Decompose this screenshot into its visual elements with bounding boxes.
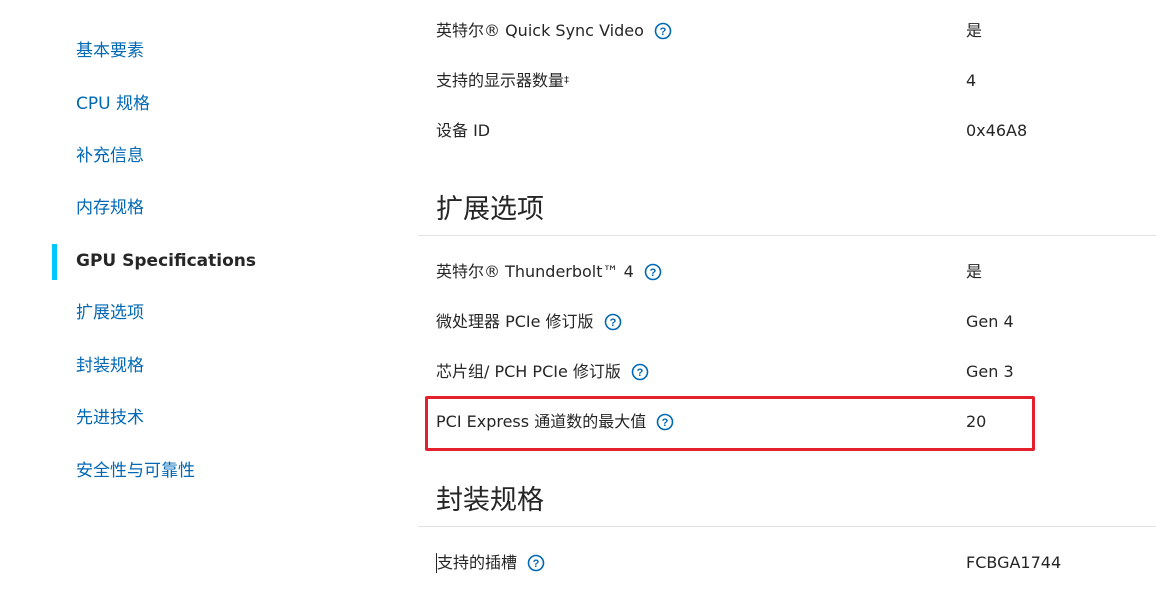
spec-label-text: 设备 ID — [436, 121, 491, 140]
spec-label: 支持的插槽 ? — [436, 548, 545, 578]
spec-label: 支持的显示器数量 ‡ — [436, 66, 569, 96]
svg-text:?: ? — [649, 267, 656, 279]
spec-row-cpu-pcie-revision: 微处理器 PCIe 修订版 ? Gen 4 — [436, 307, 1136, 337]
spec-value: 4 — [966, 71, 977, 90]
section-title-package: 封装规格 — [436, 485, 544, 516]
spec-label: 英特尔® Thunderbolt™ 4 ? — [436, 257, 662, 287]
spec-label-text: 支持的插槽 — [437, 553, 518, 572]
spec-label-text: 英特尔® Thunderbolt™ 4 — [436, 262, 634, 281]
svg-text:?: ? — [533, 558, 540, 570]
spec-row-device-id: 设备 ID 0x46A8 — [436, 116, 1136, 146]
spec-label: 英特尔® Quick Sync Video ? — [436, 16, 672, 46]
spec-label-text: 支持的显示器数量 — [436, 71, 565, 90]
svg-text:?: ? — [660, 26, 667, 38]
spec-row-quick-sync: 英特尔® Quick Sync Video ? 是 — [436, 16, 1136, 46]
question-circle-icon[interactable]: ? — [644, 263, 662, 281]
spec-label: 微处理器 PCIe 修订版 ? — [436, 307, 622, 337]
spec-value: Gen 4 — [966, 312, 1014, 331]
spec-label-text: 英特尔® Quick Sync Video — [436, 21, 644, 40]
section-title-expansion: 扩展选项 — [436, 194, 544, 225]
highlight-annotation-box — [425, 396, 1035, 451]
svg-text:?: ? — [637, 367, 644, 379]
spec-value: Gen 3 — [966, 362, 1014, 381]
spec-row-pch-pcie-revision: 芯片组/ PCH PCIe 修订版 ? Gen 3 — [436, 357, 1136, 387]
spec-label-text: 芯片组/ PCH PCIe 修订版 — [436, 362, 621, 381]
svg-text:?: ? — [609, 317, 616, 329]
section-divider — [418, 526, 1156, 527]
spec-value: FCBGA1744 — [966, 553, 1062, 572]
spec-label: 芯片组/ PCH PCIe 修订版 ? — [436, 357, 649, 387]
spec-value: 0x46A8 — [966, 121, 1028, 140]
question-circle-icon[interactable]: ? — [604, 313, 622, 331]
question-circle-icon[interactable]: ? — [654, 22, 672, 40]
spec-label-text: 微处理器 PCIe 修订版 — [436, 312, 594, 331]
spec-value: 是 — [966, 262, 983, 281]
spec-row-sockets-supported: 支持的插槽 ? FCBGA1744 — [436, 548, 1136, 578]
spec-row-thunderbolt: 英特尔® Thunderbolt™ 4 ? 是 — [436, 257, 1136, 287]
spec-label: 设备 ID — [436, 116, 490, 146]
question-circle-icon[interactable]: ? — [527, 554, 545, 572]
question-circle-icon[interactable]: ? — [631, 363, 649, 381]
spec-content: 英特尔® Quick Sync Video ? 是 支持的显示器数量 ‡ 4 设备… — [0, 0, 1156, 591]
spec-row-display-count: 支持的显示器数量 ‡ 4 — [436, 66, 1136, 96]
section-divider — [418, 235, 1156, 236]
spec-value: 是 — [966, 21, 983, 40]
